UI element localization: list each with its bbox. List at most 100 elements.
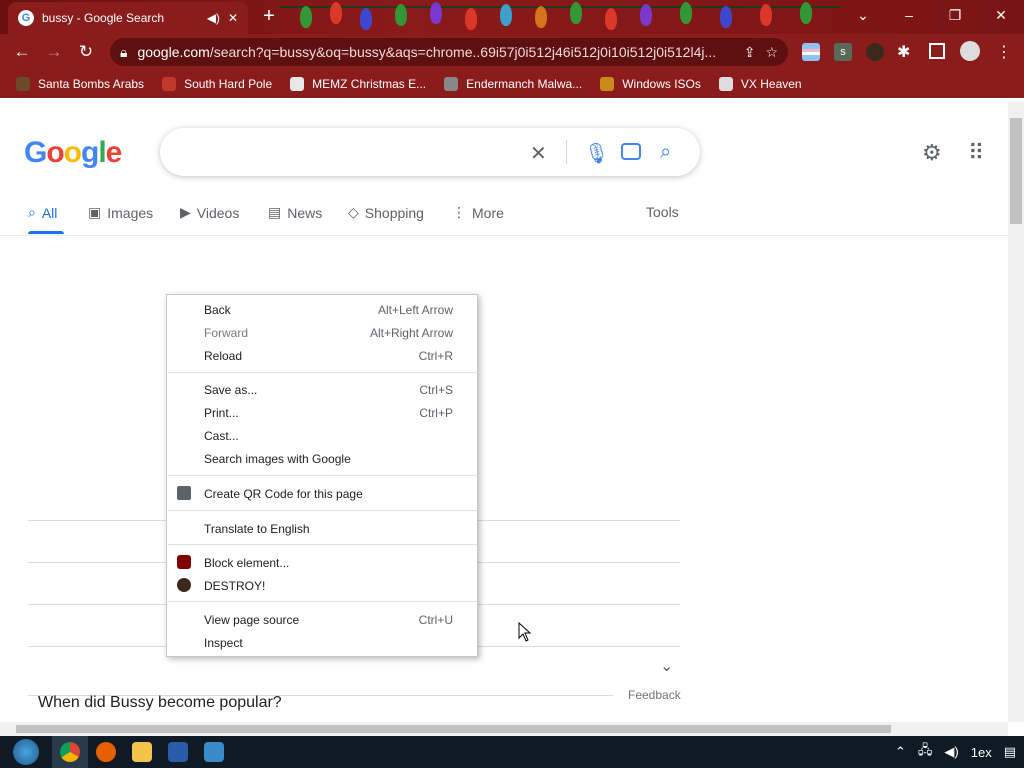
bookmark-favicon-icon: [600, 77, 615, 91]
side-panel-icon[interactable]: [929, 43, 945, 59]
search-icon[interactable]: ⌕: [660, 141, 671, 164]
menu-separator: [168, 510, 477, 511]
chrome-icon: [60, 742, 80, 762]
search-box[interactable]: ✕ 🎙︎ ⌕: [160, 128, 700, 176]
taskbar-app[interactable]: [196, 736, 232, 768]
more-vert-icon: ⋮: [452, 204, 466, 220]
tab-videos[interactable]: ▶ Videos: [180, 204, 239, 221]
horizontal-scroll-thumb[interactable]: [16, 725, 891, 733]
bookmark-vx-heaven[interactable]: VX Heaven: [718, 77, 802, 91]
tools-button[interactable]: Tools: [646, 204, 679, 220]
menu-item-inspect[interactable]: Inspect: [167, 632, 477, 654]
mouse-cursor-icon: [518, 622, 532, 642]
language-indicator[interactable]: 1ex: [971, 745, 992, 760]
context-menu: Back Alt+Left Arrow Forward Alt+Right Arro…: [166, 294, 478, 657]
bookmark-favicon-icon: [444, 77, 459, 91]
url-text[interactable]: google.com/search?q=bussy&oq=bussy&aqs=c…: [137, 44, 733, 60]
flag-extension-icon[interactable]: [802, 43, 820, 61]
menu-item-back[interactable]: Back Alt+Left Arrow: [167, 299, 477, 321]
menu-separator: [168, 601, 477, 602]
logo-letter: o: [46, 136, 64, 169]
notification-icon[interactable]: ▤: [1004, 744, 1016, 760]
microphone-icon[interactable]: 🎙︎: [584, 141, 609, 166]
menu-item-block-element[interactable]: Block element...: [167, 552, 477, 574]
minimize-button[interactable]: –: [886, 0, 932, 30]
menu-item-reload[interactable]: Reload Ctrl+R: [167, 345, 477, 367]
light-bulb: [760, 4, 772, 26]
tab-more[interactable]: ⋮ More: [452, 204, 504, 221]
kebab-menu-icon[interactable]: ⋮: [996, 42, 1012, 62]
new-tab-button[interactable]: +: [258, 6, 280, 28]
menu-item-qr-code[interactable]: Create QR Code for this page: [167, 483, 477, 505]
tab-news[interactable]: ▤ News: [268, 204, 322, 221]
bookmark-south[interactable]: South Hard Pole: [162, 77, 272, 91]
bookmark-windows-isos[interactable]: Windows ISOs: [600, 77, 701, 91]
tab-all[interactable]: ⌕ All: [28, 204, 57, 221]
settings-gear-icon[interactable]: ⚙: [922, 140, 942, 166]
menu-item-cast[interactable]: Cast...: [167, 425, 477, 447]
feedback-link[interactable]: Feedback: [628, 688, 681, 702]
forward-arrow-icon[interactable]: →: [38, 36, 70, 68]
light-bulb: [535, 6, 547, 28]
light-bulb: [300, 6, 312, 28]
apps-grid-icon[interactable]: ⠿: [968, 140, 984, 166]
menu-separator: [168, 544, 477, 545]
lock-icon[interactable]: 🔒︎: [120, 44, 127, 61]
bookmark-memz[interactable]: MEMZ Christmas E...: [290, 77, 426, 91]
close-button[interactable]: ✕: [978, 0, 1024, 30]
taskbar-firefox[interactable]: [88, 736, 124, 768]
camera-icon[interactable]: [621, 143, 641, 160]
tab-shopping[interactable]: ◇ Shopping: [348, 204, 424, 221]
google-logo[interactable]: Google: [24, 136, 122, 170]
menu-item-translate[interactable]: Translate to English: [167, 518, 477, 540]
profile-icon[interactable]: [960, 41, 980, 61]
taskbar-explorer[interactable]: [124, 736, 160, 768]
menu-item-print[interactable]: Print... Ctrl+P: [167, 402, 477, 424]
menu-item-search-images[interactable]: Search images with Google: [167, 448, 477, 470]
chevron-up-icon[interactable]: ⌃: [895, 744, 906, 760]
avatar-extension-icon[interactable]: [866, 43, 884, 61]
google-favicon-icon: G: [18, 10, 34, 26]
reload-icon[interactable]: ↻: [70, 36, 102, 68]
back-arrow-icon[interactable]: ←: [6, 36, 38, 68]
bookmark-santa[interactable]: Santa Bombs Arabs: [16, 77, 144, 91]
firefox-icon: [96, 742, 116, 762]
search-icon: ⌕: [28, 204, 36, 220]
logo-letter: o: [63, 136, 82, 169]
menu-item-destroy[interactable]: DESTROY!: [167, 575, 477, 597]
taskbar-powershell[interactable]: [160, 736, 196, 768]
window-icon: [204, 742, 224, 762]
address-bar[interactable]: 🔒︎ google.com/search?q=bussy&oq=bussy&aq…: [110, 38, 788, 66]
speaker-icon[interactable]: ◀): [207, 11, 220, 25]
tab-images[interactable]: ▣ Images: [88, 204, 153, 221]
light-bulb: [360, 8, 372, 30]
tab-search-button[interactable]: ⌄: [840, 0, 886, 30]
volume-icon[interactable]: ◀): [944, 744, 958, 760]
bookmark-star-icon[interactable]: ☆: [765, 44, 778, 61]
tab-close-icon[interactable]: ✕: [228, 11, 238, 25]
light-bulb: [430, 2, 442, 24]
menu-item-save-as[interactable]: Save as... Ctrl+S: [167, 379, 477, 401]
light-bulb: [800, 2, 812, 24]
start-button[interactable]: [0, 736, 52, 768]
network-icon[interactable]: 🖧︎: [918, 741, 933, 763]
restore-button[interactable]: ❐: [932, 0, 978, 30]
bookmark-endermanch[interactable]: Endermanch Malwa...: [444, 77, 582, 91]
bookmarks-bar: Santa Bombs Arabs South Hard Pole MEMZ C…: [0, 70, 1024, 98]
bookmark-favicon-icon: [718, 77, 733, 91]
powershell-icon: [168, 742, 188, 762]
tab-title: bussy - Google Search: [42, 11, 165, 25]
faq-question[interactable]: When did Bussy become popular?: [38, 694, 282, 712]
news-icon: ▤: [268, 204, 282, 220]
browser-tab[interactable]: G bussy - Google Search ◀) ✕: [8, 2, 248, 34]
s-extension-icon[interactable]: s: [834, 43, 852, 61]
share-icon[interactable]: ⇪: [744, 44, 756, 61]
menu-item-view-source[interactable]: View page source Ctrl+U: [167, 609, 477, 631]
puzzle-extensions-icon[interactable]: ✱: [897, 42, 910, 62]
clear-icon[interactable]: ✕: [530, 141, 547, 166]
taskbar: [0, 736, 1024, 768]
menu-item-forward[interactable]: Forward Alt+Right Arrow: [167, 322, 477, 344]
vertical-scroll-thumb[interactable]: [1010, 118, 1022, 224]
chevron-down-icon[interactable]: ⌄: [660, 656, 673, 676]
taskbar-chrome[interactable]: [52, 736, 88, 768]
